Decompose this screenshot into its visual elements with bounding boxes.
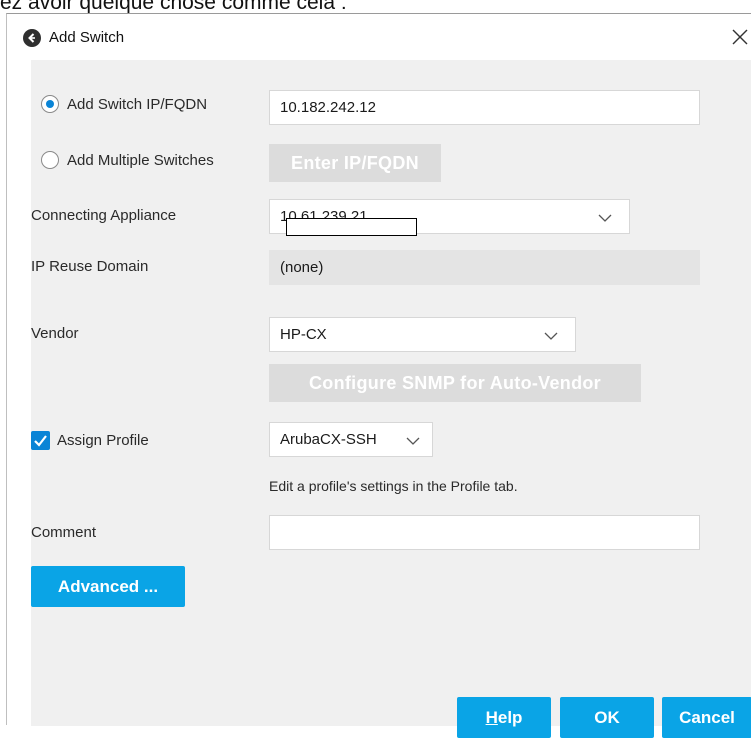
vendor-label: Vendor	[31, 325, 79, 342]
help-button[interactable]: Help	[457, 697, 551, 738]
add-single-switch-label: Add Switch IP/FQDN	[67, 96, 208, 113]
dialog-titlebar: Add Switch	[7, 14, 751, 60]
dialog-title: Add Switch	[49, 29, 125, 46]
add-switch-dialog: Add Switch Add Switch IP/FQDN 10.182.242…	[6, 13, 751, 738]
assign-profile-checkbox[interactable]	[31, 431, 50, 450]
configure-snmp-button[interactable]: Configure SNMP for Auto-Vendor	[269, 364, 641, 402]
profile-select[interactable]: ArubaCX-SSH	[269, 422, 433, 457]
add-multiple-switches-radio[interactable]	[41, 151, 59, 169]
redaction-box	[286, 218, 417, 236]
profile-hint-text: Edit a profile's settings in the Profile…	[269, 478, 518, 494]
ok-button[interactable]: OK	[560, 697, 654, 738]
profile-value: ArubaCX-SSH	[280, 431, 377, 448]
switch-ip-input[interactable]: 10.182.242.12	[269, 90, 700, 125]
back-arrow-icon	[23, 29, 41, 47]
close-icon[interactable]	[727, 22, 751, 52]
connecting-appliance-label: Connecting Appliance	[31, 207, 177, 224]
enter-ip-fqdn-button[interactable]: Enter IP/FQDN	[269, 144, 441, 182]
ip-reuse-domain-label: IP Reuse Domain	[31, 258, 149, 275]
comment-label: Comment	[31, 524, 97, 541]
form-panel: Add Switch IP/FQDN 10.182.242.12 Add Mul…	[31, 60, 751, 738]
help-label-rest: elp	[497, 708, 523, 727]
chevron-down-icon	[598, 214, 612, 222]
cancel-button[interactable]: Cancel	[662, 697, 751, 738]
checkmark-icon	[34, 435, 47, 447]
chevron-down-icon	[406, 437, 420, 445]
vendor-select[interactable]: HP-CX	[269, 317, 576, 352]
chevron-down-icon	[544, 332, 558, 340]
vendor-value: HP-CX	[280, 326, 327, 343]
add-multiple-switches-label: Add Multiple Switches	[67, 152, 214, 169]
assign-profile-label: Assign Profile	[57, 432, 149, 449]
comment-input[interactable]	[269, 515, 700, 550]
add-single-switch-radio[interactable]	[41, 95, 59, 113]
ip-reuse-domain-field: (none)	[269, 250, 700, 285]
advanced-button[interactable]: Advanced ...	[31, 566, 185, 607]
help-mnemonic: H	[485, 708, 498, 727]
